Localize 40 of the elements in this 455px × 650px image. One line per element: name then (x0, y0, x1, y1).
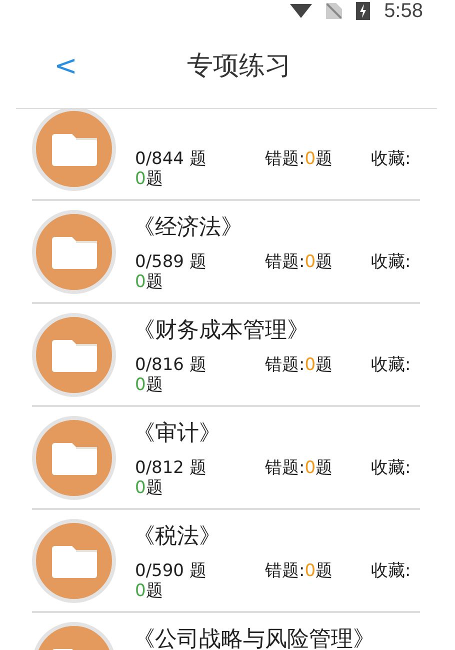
wifi-icon (290, 4, 312, 18)
subject-title: 《税法》 (133, 523, 221, 551)
status-time: 5:58 (384, 0, 423, 22)
wrong-count: 错题:0题 (265, 458, 333, 478)
wrong-count: 错题:0题 (265, 148, 333, 168)
favorites-count: 0题 (135, 169, 163, 189)
subject-title: 《经济法》 (133, 214, 243, 242)
subject-item[interactable]: 《税法》 0/590 题 错题:0题 收藏: 0题 (32, 510, 420, 613)
folder-icon (32, 313, 116, 397)
subject-title: 《审计》 (133, 420, 221, 448)
page-title: 专项练习 (187, 50, 292, 82)
wrong-count: 错题:0题 (265, 354, 333, 374)
favorites-label: 收藏: (371, 354, 411, 376)
no-sim-icon (326, 3, 342, 19)
subject-item[interactable]: 0/844 题 错题:0题 收藏: 0题 (32, 109, 420, 201)
folder-icon (32, 210, 116, 294)
subject-title: 《财务成本管理》 (133, 317, 309, 345)
subject-item[interactable]: 《公司战略与风险管理》 (32, 613, 420, 650)
progress-count: 0/816 题 (135, 354, 206, 374)
favorites-label: 收藏: (371, 148, 411, 170)
subject-title: 《公司战略与风险管理》 (133, 626, 375, 650)
favorites-label: 收藏: (371, 456, 411, 478)
favorites-count: 0题 (135, 272, 163, 292)
wrong-count: 错题:0题 (265, 252, 333, 272)
folder-icon (32, 519, 116, 603)
subject-item[interactable]: 《经济法》 0/589 题 错题:0题 收藏: 0题 (32, 201, 420, 304)
progress-count: 0/589 题 (135, 252, 206, 272)
subject-item[interactable]: 《财务成本管理》 0/816 题 错题:0题 收藏: 0题 (32, 304, 420, 407)
favorites-count: 0题 (135, 375, 163, 395)
favorites-count: 0题 (135, 478, 163, 498)
progress-count: 0/812 题 (135, 458, 206, 478)
folder-icon (32, 416, 116, 500)
subject-item[interactable]: 《审计》 0/812 题 错题:0题 收藏: 0题 (32, 407, 420, 510)
favorites-count: 0题 (135, 581, 163, 601)
progress-count: 0/844 题 (135, 148, 206, 168)
favorites-label: 收藏: (371, 560, 411, 582)
favorites-label: 收藏: (371, 250, 411, 272)
progress-count: 0/590 题 (135, 560, 206, 580)
battery-icon (356, 2, 370, 20)
wrong-count: 错题:0题 (265, 560, 333, 580)
